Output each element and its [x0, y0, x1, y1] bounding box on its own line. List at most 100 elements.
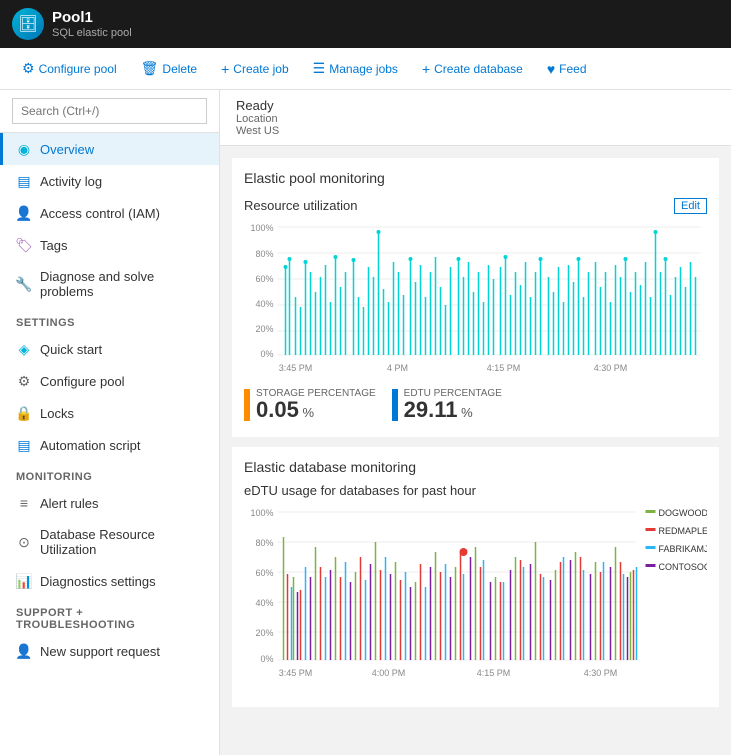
diagnostics-icon: 📊	[16, 573, 32, 589]
support-section-header: SUPPORT + TROUBLESHOOTING	[0, 597, 219, 635]
svg-text:100%: 100%	[250, 508, 273, 518]
sidebar-item-configure-pool[interactable]: ⚙ Configure pool	[0, 365, 219, 397]
edtu-value: 29.11	[404, 397, 458, 422]
app-title: Pool1	[52, 9, 132, 27]
edtu-unit: %	[461, 405, 473, 420]
sidebar-item-db-resource[interactable]: ⊙ Database Resource Utilization	[0, 519, 219, 565]
sidebar-item-activity-log[interactable]: ▤ Activity log	[0, 165, 219, 197]
svg-text:3:45 PM: 3:45 PM	[279, 668, 313, 678]
app-header: 🗄 Pool1 SQL elastic pool	[0, 0, 731, 48]
edit-btn[interactable]: Edit	[674, 198, 707, 214]
heart-icon: ♥	[547, 61, 555, 77]
sidebar-item-diagnose[interactable]: 🔧 Diagnose and solve problems	[0, 261, 219, 307]
elastic-pool-monitoring-card: Elastic pool monitoring Edit Resource ut…	[232, 158, 719, 437]
svg-text:60%: 60%	[255, 274, 273, 284]
search-input[interactable]	[12, 98, 207, 124]
sidebar-item-access-control[interactable]: 👤 Access control (IAM)	[0, 197, 219, 229]
svg-text:20%: 20%	[255, 628, 273, 638]
resource-util-chart: 100% 80% 60% 40% 20% 0%	[244, 217, 707, 377]
diagnose-icon: 🔧	[16, 276, 32, 292]
header-text: Pool1 SQL elastic pool	[52, 9, 132, 39]
status-ready: Ready	[236, 98, 715, 113]
sidebar-item-overview[interactable]: ◉ Overview	[0, 133, 219, 165]
edtu-usage-title: eDTU usage for databases for past hour	[244, 483, 707, 498]
svg-text:4:15 PM: 4:15 PM	[487, 363, 521, 373]
svg-text:CONTOSOC...: CONTOSOC...	[659, 562, 708, 572]
sidebar-item-support[interactable]: 👤 New support request	[0, 635, 219, 667]
alert-icon: ≡	[16, 495, 32, 511]
automation-icon: ▤	[16, 437, 32, 453]
storage-value: 0.05	[256, 397, 299, 422]
overview-icon: ◉	[16, 141, 32, 157]
svg-text:80%: 80%	[255, 249, 273, 259]
trash-icon: 🗑	[141, 60, 159, 77]
list-icon: ☰	[313, 60, 326, 77]
svg-text:0%: 0%	[260, 654, 273, 664]
svg-text:100%: 100%	[250, 223, 273, 233]
resource-util-title: Resource utilization	[244, 198, 707, 213]
storage-unit: %	[302, 405, 314, 420]
elastic-db-monitoring-card: Elastic database monitoring eDTU usage f…	[232, 447, 719, 707]
edtu-value-row: 29.11 %	[404, 399, 502, 421]
quickstart-icon: ◈	[16, 341, 32, 357]
svg-text:REDMAPLER...: REDMAPLER...	[659, 526, 708, 536]
svg-text:4:30 PM: 4:30 PM	[584, 668, 618, 678]
storage-metric: STORAGE PERCENTAGE 0.05 %	[244, 388, 376, 421]
svg-text:80%: 80%	[255, 538, 273, 548]
svg-text:DOGWOOD...: DOGWOOD...	[659, 508, 708, 518]
svg-text:4:30 PM: 4:30 PM	[594, 363, 628, 373]
manage-jobs-btn[interactable]: ☰Manage jobs	[303, 56, 408, 81]
app-subtitle: SQL elastic pool	[52, 27, 132, 39]
sidebar-item-locks[interactable]: 🔒 Locks	[0, 397, 219, 429]
sidebar: ◉ Overview ▤ Activity log 👤 Access contr…	[0, 90, 220, 755]
create-job-btn[interactable]: +Create job	[211, 57, 299, 81]
delete-btn[interactable]: 🗑Delete	[131, 56, 207, 81]
search-box	[0, 90, 219, 133]
configure-icon: ⚙	[16, 373, 32, 389]
edtu-metric: EDTU PERCENTAGE 29.11 %	[392, 388, 502, 421]
svg-text:FABRIKAMJA...: FABRIKAMJA...	[659, 544, 708, 554]
svg-text:60%: 60%	[255, 568, 273, 578]
storage-value-row: 0.05 %	[256, 399, 376, 421]
metrics-row: STORAGE PERCENTAGE 0.05 % EDTU PERCENTAG…	[244, 388, 707, 421]
plus-icon: +	[221, 61, 229, 77]
storage-bar	[244, 389, 250, 421]
monitoring-section-header: MONITORING	[0, 461, 219, 487]
main-layout: ◉ Overview ▤ Activity log 👤 Access contr…	[0, 90, 731, 755]
support-icon: 👤	[16, 643, 32, 659]
activity-icon: ▤	[16, 173, 32, 189]
svg-text:4 PM: 4 PM	[387, 363, 408, 373]
sidebar-item-diagnostics[interactable]: 📊 Diagnostics settings	[0, 565, 219, 597]
elastic-pool-title: Elastic pool monitoring	[244, 170, 707, 186]
sidebar-item-quick-start[interactable]: ◈ Quick start	[0, 333, 219, 365]
settings-section-header: SETTINGS	[0, 307, 219, 333]
sidebar-item-alert-rules[interactable]: ≡ Alert rules	[0, 487, 219, 519]
edtu-usage-chart: 100% 80% 60% 40% 20% 0%	[244, 502, 707, 692]
sidebar-item-automation[interactable]: ▤ Automation script	[0, 429, 219, 461]
svg-text:4:15 PM: 4:15 PM	[477, 668, 511, 678]
svg-text:4:00 PM: 4:00 PM	[372, 668, 406, 678]
svg-text:40%: 40%	[255, 299, 273, 309]
dbresource-icon: ⊙	[16, 534, 32, 550]
chart-legend: DOGWOOD... REDMAPLER... FABRIKAMJA... CO…	[646, 508, 708, 572]
edtu-bar	[392, 389, 398, 421]
sidebar-item-tags[interactable]: 🏷 Tags	[0, 229, 219, 261]
app-icon: 🗄	[12, 8, 44, 40]
gear-icon: ⚙	[22, 60, 35, 77]
lock-icon: 🔒	[16, 405, 32, 421]
svg-text:0%: 0%	[260, 349, 273, 359]
create-database-btn[interactable]: +Create database	[412, 57, 533, 81]
svg-text:40%: 40%	[255, 598, 273, 608]
tags-icon: 🏷	[16, 237, 32, 253]
status-location: Location West US	[236, 113, 715, 137]
storage-metric-content: STORAGE PERCENTAGE 0.05 %	[256, 388, 376, 421]
elastic-db-title: Elastic database monitoring	[244, 459, 707, 475]
main-content: Ready Location West US Elastic pool moni…	[220, 90, 731, 755]
configure-pool-btn[interactable]: ⚙Configure pool	[12, 56, 127, 81]
plus-db-icon: +	[422, 61, 430, 77]
edtu-metric-content: EDTU PERCENTAGE 29.11 %	[404, 388, 502, 421]
svg-text:20%: 20%	[255, 324, 273, 334]
access-icon: 👤	[16, 205, 32, 221]
svg-text:3:45 PM: 3:45 PM	[279, 363, 313, 373]
feed-btn[interactable]: ♥Feed	[537, 57, 597, 81]
